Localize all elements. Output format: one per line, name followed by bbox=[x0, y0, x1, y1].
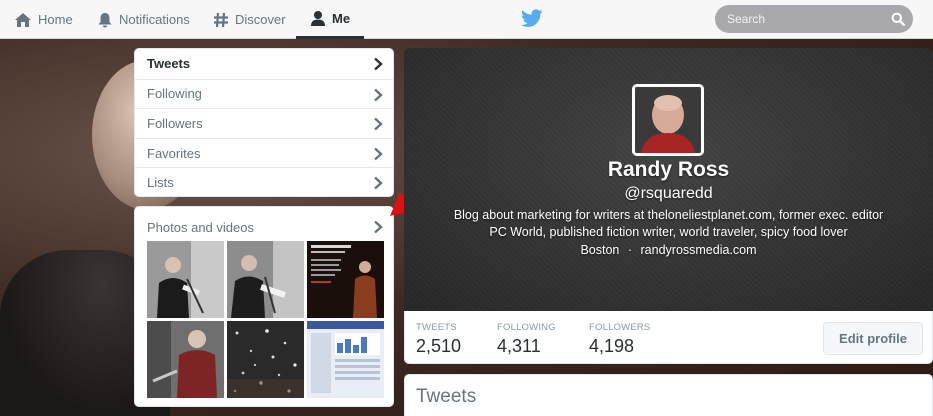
timeline-title: Tweets bbox=[416, 386, 477, 407]
profile-stats-bar: TWEETS 2,510 FOLLOWING 4,311 FOLLOWERS 4… bbox=[404, 311, 933, 364]
profile-nav-tweets[interactable]: Tweets bbox=[135, 49, 393, 79]
search-input[interactable] bbox=[715, 5, 913, 33]
stat-label: TWEETS bbox=[416, 322, 457, 333]
profile-nav-label: Followers bbox=[147, 115, 203, 131]
stat-value: 4,198 bbox=[589, 336, 635, 356]
photo-thumbnail[interactable] bbox=[307, 241, 384, 318]
chevron-right-icon bbox=[373, 147, 383, 164]
edit-profile-button[interactable]: Edit profile bbox=[823, 322, 923, 355]
top-navigation-bar: Home Notifications Discover Me bbox=[0, 0, 933, 39]
photos-videos-card: Photos and videos bbox=[134, 206, 394, 407]
stat-value: 4,311 bbox=[497, 336, 541, 356]
home-icon bbox=[14, 12, 32, 28]
profile-bio: Blog about marketing for writers at thel… bbox=[424, 207, 913, 241]
nav-me[interactable]: Me bbox=[296, 0, 365, 39]
photo-thumbnail[interactable] bbox=[147, 241, 224, 318]
stat-label: FOLLOWING bbox=[497, 322, 556, 333]
profile-name: Randy Ross bbox=[607, 158, 730, 181]
profile-nav-label: Lists bbox=[147, 175, 174, 191]
nav-notifications[interactable]: Notifications bbox=[97, 0, 190, 39]
nav-discover-label: Discover bbox=[235, 12, 286, 27]
profile-nav-label: Favorites bbox=[147, 145, 201, 161]
profile-nav-favorites[interactable]: Favorites bbox=[135, 137, 393, 168]
stat-followers[interactable]: FOLLOWERS 4,198 bbox=[589, 322, 650, 357]
stat-following[interactable]: FOLLOWING 4,311 bbox=[497, 322, 556, 357]
avatar[interactable] bbox=[632, 84, 704, 156]
chevron-right-icon bbox=[373, 117, 383, 134]
profile-location-row: Boston · randyrossmedia.com bbox=[404, 243, 933, 257]
nav-home-label: Home bbox=[38, 12, 73, 27]
photo-thumbnail[interactable] bbox=[227, 321, 304, 398]
chevron-right-icon bbox=[373, 57, 383, 74]
profile-bio-line: Blog about marketing for writers at thel… bbox=[453, 208, 884, 222]
chevron-right-icon bbox=[373, 88, 383, 105]
profile-nav-following[interactable]: Following bbox=[135, 78, 393, 109]
profile-nav-lists[interactable]: Lists bbox=[135, 167, 393, 197]
stat-tweets[interactable]: TWEETS 2,510 bbox=[416, 322, 461, 357]
nav-home[interactable]: Home bbox=[14, 0, 73, 39]
hash-icon bbox=[213, 12, 229, 28]
twitter-bird-icon[interactable] bbox=[521, 9, 543, 33]
profile-header: Randy Ross @rsquaredd Blog about marketi… bbox=[404, 48, 933, 311]
nav-discover[interactable]: Discover bbox=[213, 0, 286, 39]
nav-notifications-label: Notifications bbox=[119, 12, 190, 27]
search-icon[interactable] bbox=[891, 12, 905, 31]
chevron-right-icon bbox=[373, 176, 383, 193]
nav-me-label: Me bbox=[332, 10, 351, 26]
profile-handle: @rsquaredd bbox=[624, 185, 713, 202]
photo-thumbnail[interactable] bbox=[227, 241, 304, 318]
photos-videos-title[interactable]: Photos and videos bbox=[147, 220, 254, 235]
photo-thumbnail[interactable] bbox=[147, 321, 224, 398]
stat-label: FOLLOWERS bbox=[589, 322, 651, 333]
profile-location: Boston bbox=[580, 243, 620, 257]
chevron-right-icon[interactable] bbox=[373, 220, 383, 239]
profile-website-link[interactable]: randyrossmedia.com bbox=[641, 243, 757, 257]
person-icon bbox=[310, 10, 326, 26]
photo-thumbnail[interactable] bbox=[307, 321, 384, 398]
location-separator: · bbox=[627, 243, 633, 257]
tweets-timeline: Tweets bbox=[404, 374, 933, 416]
bell-icon bbox=[97, 12, 113, 28]
profile-nav-followers[interactable]: Followers bbox=[135, 108, 393, 138]
search-box bbox=[715, 5, 913, 33]
profile-nav-label: Tweets bbox=[147, 56, 191, 72]
profile-nav-label: Following bbox=[147, 86, 202, 102]
stat-value: 2,510 bbox=[416, 336, 462, 356]
profile-bio-line: PC World, published fiction writer, worl… bbox=[489, 225, 848, 239]
profile-nav-card: Tweets Following Followers Favorites Lis… bbox=[134, 48, 394, 197]
